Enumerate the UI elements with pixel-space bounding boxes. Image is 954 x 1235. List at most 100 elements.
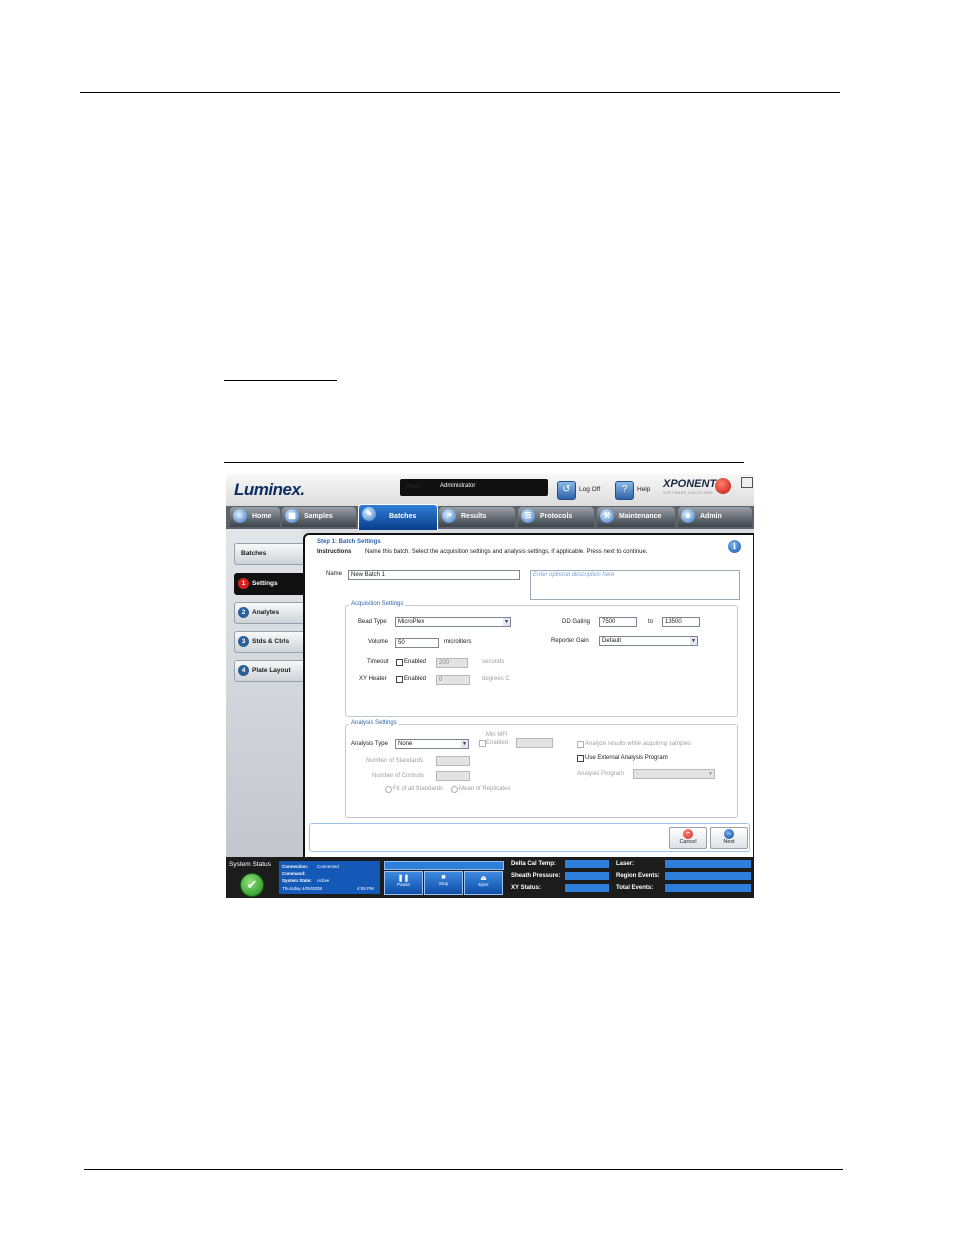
mean-of-replicates-radio[interactable]	[451, 786, 458, 793]
fit-all-standards-radio[interactable]	[385, 786, 392, 793]
use-external-program-checkbox[interactable]	[577, 755, 584, 762]
batch-name-input[interactable]: New Batch 1	[348, 570, 520, 580]
user-name: Administrator	[440, 483, 476, 489]
blank-underline	[224, 380, 337, 381]
mean-of-replicates-label: Mean of Replicates	[459, 786, 511, 792]
tab-home[interactable]: ⌂ Home	[230, 507, 280, 527]
timeout-enabled-checkbox[interactable]	[396, 659, 403, 666]
samples-icon: ▦	[285, 509, 299, 523]
sidebar-item-plate-layout[interactable]: 4 Plate Layout	[234, 660, 305, 682]
min-mfi-input[interactable]	[516, 738, 553, 748]
volume-unit: microliters	[444, 639, 472, 645]
region-events-readout: Region Events:	[614, 871, 752, 881]
min-mfi-enabled-label: Enabled	[486, 740, 509, 746]
xponent-logo: XPONENT	[663, 478, 717, 490]
tab-admin[interactable]: ☻ Admin	[678, 507, 752, 527]
reporter-gain-label: Reporter Gain	[551, 638, 589, 644]
analysis-program-select[interactable]: ▼	[633, 769, 715, 779]
bead-type-select[interactable]: MicroPlex ▼	[395, 617, 511, 627]
chevron-down-icon: ▼	[707, 770, 714, 778]
analysis-type-select[interactable]: None ▼	[395, 739, 469, 749]
reporter-gain-select[interactable]: Default ▼	[599, 636, 698, 646]
tab-maintenance[interactable]: ⚒ Maintenance	[597, 507, 675, 527]
stop-icon: ■	[441, 874, 446, 881]
chevron-down-icon: ▼	[690, 637, 697, 645]
tab-batches[interactable]: ✎ Batches	[358, 504, 438, 530]
tab-samples[interactable]: ▦ Samples	[282, 507, 356, 527]
instructions-text: Name this batch. Select the acquisition …	[365, 549, 648, 555]
number-of-standards-label: Number of Standards	[366, 758, 424, 764]
xponent-subtitle: SOFTWARE SOLUTIONS	[663, 491, 713, 495]
user-box: User: Administrator	[400, 479, 548, 496]
batch-sidebar: Batches 1 Settings 2 Analytes 3 Stds & C…	[226, 529, 305, 857]
step-number: 3	[238, 636, 249, 647]
batch-settings-panel: Step 1: Batch Settings Instructions Name…	[303, 533, 754, 859]
main-navigation: ⌂ Home ▦ Samples ✎ Batches ↗ Results ☰ P…	[226, 504, 754, 530]
logoff-label[interactable]: Log Off	[579, 486, 600, 493]
xy-heater-input[interactable]: 0	[436, 675, 470, 685]
software-screenshot: Luminex. User: Administrator ↺ Log Off ?…	[226, 474, 754, 898]
pause-button[interactable]: ❚❚ Pause	[384, 871, 423, 895]
cancel-button[interactable]: − Cancel	[669, 827, 707, 849]
luminex-logo: Luminex.	[234, 480, 305, 499]
description-textarea[interactable]: Enter optional description here	[530, 570, 740, 600]
dd-gating-from-input[interactable]: 7500	[599, 617, 637, 627]
bead-type-label: Bead Type	[358, 619, 387, 625]
timeout-label: Timeout	[367, 659, 389, 665]
results-icon: ↗	[442, 509, 456, 523]
xy-heater-enabled-checkbox[interactable]	[396, 676, 403, 683]
step-number: 1	[238, 578, 249, 589]
system-status-label: System Status	[229, 861, 271, 868]
xy-heater-unit: degrees C	[482, 676, 510, 682]
instructions-label: Instructions	[317, 549, 352, 555]
home-icon: ⌂	[233, 509, 247, 523]
next-button[interactable]: → Next	[710, 827, 748, 849]
total-events-readout: Total Events:	[614, 883, 752, 893]
use-external-program-label: Use External Analysis Program	[585, 755, 668, 761]
sidebar-item-analytes[interactable]: 2 Analytes	[234, 602, 305, 624]
number-of-controls-input[interactable]	[436, 771, 470, 781]
header-rule	[80, 92, 840, 93]
number-of-standards-input[interactable]	[436, 756, 470, 766]
volume-label: Volume	[368, 639, 389, 645]
laser-readout: Laser:	[614, 859, 752, 869]
min-mfi-enabled-checkbox[interactable]	[479, 740, 486, 747]
dd-gating-to-label: to	[648, 619, 654, 625]
timeout-unit: seconds	[482, 659, 505, 665]
sidebar-item-settings[interactable]: 1 Settings	[234, 573, 305, 595]
volume-input[interactable]: 50	[395, 638, 439, 648]
wizard-footer: − Cancel → Next	[309, 823, 750, 852]
info-icon[interactable]: i	[728, 540, 741, 553]
xy-heater-enabled-label: Enabled	[404, 676, 427, 682]
batches-icon: ✎	[362, 507, 376, 521]
step-title: Step 1: Batch Settings	[317, 539, 381, 545]
logoff-icon[interactable]: ↺	[557, 481, 576, 500]
sheath-pressure-readout: Sheath Pressure:	[509, 871, 611, 881]
min-mfi-label: Min MFI	[486, 732, 508, 738]
tab-results[interactable]: ↗ Results	[439, 507, 515, 527]
tab-protocols[interactable]: ☰ Protocols	[518, 507, 594, 527]
sidebar-item-batches[interactable]: Batches	[234, 543, 305, 565]
system-status-bar: System Status ✔ Connection: Connected Co…	[226, 857, 754, 898]
help-label[interactable]: Help	[637, 486, 650, 493]
protocols-icon: ☰	[521, 509, 535, 523]
analysis-type-label: Analysis Type	[351, 741, 388, 747]
arrow-right-icon: →	[724, 829, 734, 839]
timeout-enabled-label: Enabled	[404, 659, 427, 665]
chevron-down-icon: ▼	[461, 740, 468, 748]
timeout-input[interactable]: 200	[436, 658, 468, 668]
help-icon[interactable]: ?	[615, 481, 634, 500]
sidebar-item-stds-ctrls[interactable]: 3 Stds & Ctrls	[234, 631, 305, 653]
analysis-settings-title: Analysis Settings	[349, 720, 399, 726]
dd-gating-to-input[interactable]: 13500	[662, 617, 700, 627]
window-restore-icon[interactable]	[741, 477, 753, 488]
figure-top-rule	[224, 462, 744, 463]
xy-heater-label: XY Heater	[359, 676, 387, 682]
footer-rule	[84, 1169, 843, 1170]
status-ok-icon: ✔	[240, 873, 264, 897]
eject-button[interactable]: ⏏ Eject	[464, 871, 503, 895]
stop-button[interactable]: ■ Stop	[424, 871, 463, 895]
step-number: 4	[238, 665, 249, 676]
maintenance-icon: ⚒	[600, 509, 614, 523]
analyze-while-acquiring-checkbox[interactable]	[577, 741, 584, 748]
